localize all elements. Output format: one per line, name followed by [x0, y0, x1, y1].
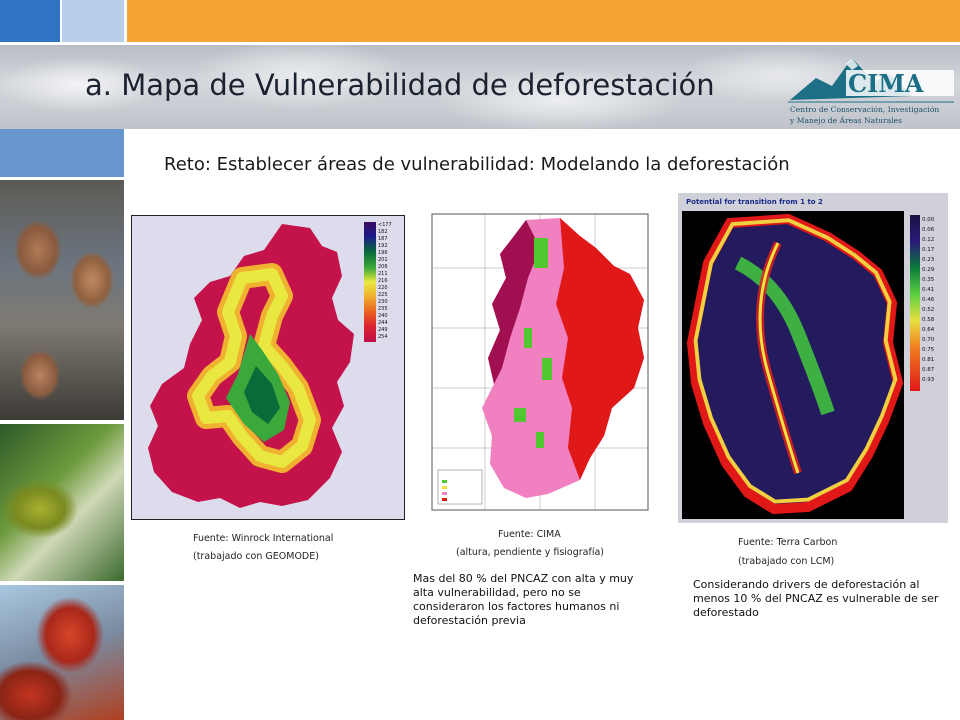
map2-note: Mas del 80 % del PNCAZ con alta y muy al…: [413, 572, 634, 627]
svg-text:0.35: 0.35: [922, 277, 935, 283]
svg-text:0.41: 0.41: [922, 287, 934, 293]
svg-text:206: 206: [378, 264, 388, 270]
frog-photo: [0, 424, 124, 581]
svg-text:235: 235: [378, 306, 388, 312]
svg-text:0.58: 0.58: [922, 317, 935, 323]
svg-text:182: 182: [378, 229, 388, 235]
map-terra-carbon-image: Potential for transition from 1 to 2 0.0…: [682, 198, 935, 519]
svg-text:216: 216: [378, 278, 388, 284]
svg-text:211: 211: [378, 271, 388, 277]
slide-title: a. Mapa de Vulnerabilidad de deforestaci…: [85, 68, 715, 102]
map-winrock-image: <177 182 187 192 196 201 206 211 216 220…: [148, 222, 392, 508]
map-cima-image: [431, 213, 649, 511]
header-pale-block: [62, 0, 124, 42]
map3-detail: (trabajado con LCM): [738, 556, 835, 567]
map-winrock: <177 182 187 192 196 201 206 211 216 220…: [131, 215, 405, 520]
map1-detail: (trabajado con GEOMODE): [193, 551, 319, 562]
svg-text:225: 225: [378, 292, 388, 298]
map3-note: Considerando drivers de deforestación al…: [693, 578, 939, 619]
people-photo: [0, 180, 124, 420]
map3-source: Fuente: Terra Carbon: [738, 537, 838, 548]
header-blue-block: [0, 0, 60, 42]
cima-logo-mark: CIMA Centro de Conservación, Investigaci…: [788, 58, 954, 125]
map2-source: Fuente: CIMA: [498, 529, 561, 540]
svg-text:0.00: 0.00: [922, 217, 935, 223]
cima-logo: CIMA Centro de Conservación, Investigaci…: [786, 48, 956, 126]
svg-text:0.87: 0.87: [922, 367, 935, 373]
map-terra-carbon: Potential for transition from 1 to 2 0.0…: [678, 193, 948, 523]
svg-text:0.12: 0.12: [922, 237, 934, 243]
map-cima: [430, 208, 652, 515]
map3-title: Potential for transition from 1 to 2: [686, 198, 823, 206]
svg-text:0.81: 0.81: [922, 357, 934, 363]
svg-text:192: 192: [378, 243, 388, 249]
logo-tagline-1: Centro de Conservación, Investigación: [790, 105, 939, 114]
map2-detail: (altura, pendiente y fisiografía): [456, 547, 604, 558]
map1-source: Fuente: Winrock International: [193, 533, 334, 544]
svg-text:249: 249: [378, 327, 388, 333]
left-blue-block: [0, 129, 124, 177]
svg-text:0.29: 0.29: [922, 267, 935, 273]
svg-text:244: 244: [378, 320, 388, 326]
svg-text:0.17: 0.17: [922, 247, 935, 253]
svg-text:201: 201: [378, 257, 388, 263]
svg-text:0.75: 0.75: [922, 347, 935, 353]
svg-text:220: 220: [378, 285, 388, 291]
svg-text:0.46: 0.46: [922, 297, 935, 303]
svg-text:<177: <177: [378, 222, 392, 228]
svg-text:254: 254: [378, 334, 388, 340]
logo-name: CIMA: [848, 69, 924, 98]
map-terra-carbon-legend: 0.00 0.06 0.12 0.17 0.23 0.29 0.35 0.41 …: [922, 217, 935, 383]
svg-text:0.64: 0.64: [922, 327, 935, 333]
svg-text:187: 187: [378, 236, 388, 242]
svg-text:0.52: 0.52: [922, 307, 934, 313]
svg-text:0.70: 0.70: [922, 337, 935, 343]
logo-tagline-2: y Manejo de Áreas Naturales: [789, 116, 902, 125]
svg-text:230: 230: [378, 299, 388, 305]
map-winrock-legend: <177 182 187 192 196 201 206 211 216 220…: [378, 222, 392, 340]
parrot-photo: [0, 585, 124, 720]
svg-text:0.06: 0.06: [922, 227, 935, 233]
svg-text:0.93: 0.93: [922, 377, 935, 383]
slide-subtitle: Reto: Establecer áreas de vulnerabilidad…: [164, 154, 790, 175]
header-orange-bar: [127, 0, 960, 42]
svg-text:196: 196: [378, 250, 388, 256]
svg-text:240: 240: [378, 313, 388, 319]
svg-text:0.23: 0.23: [922, 257, 935, 263]
